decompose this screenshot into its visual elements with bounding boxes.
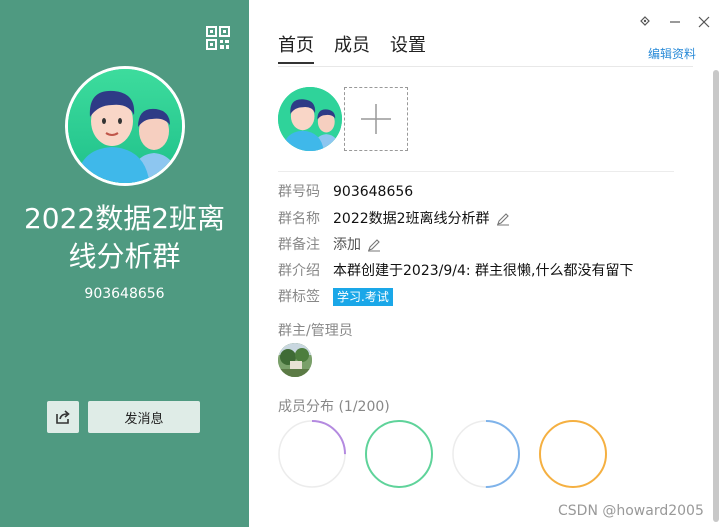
edit-remark-pencil-icon[interactable] [367,238,381,252]
ring-arc [539,420,607,488]
scrollbar-thumb[interactable] [713,70,719,522]
info-row-tag: 群标签 学习.考试 [278,287,393,307]
group-title: 2022数据2班离 线分析群 [10,200,239,276]
tab-divider [278,66,693,67]
share-button[interactable] [47,401,79,433]
group-avatar-large[interactable] [65,66,185,186]
edit-name-pencil-icon[interactable] [496,212,510,226]
left-panel: 2022数据2班离 线分析群 903648656 发消息 [0,0,249,527]
distribution-ring-3[interactable] [451,419,521,489]
tab-bar: 首页 成员 设置 [278,34,446,64]
watermark-text: CSDN @howard2005 [558,503,704,519]
add-remark-link[interactable]: 添加 [333,235,361,255]
admins-section-label: 群主/管理员 [278,323,353,339]
info-label-number: 群号码 [278,184,320,200]
tab-home[interactable]: 首页 [278,34,314,64]
info-row-remark: 群备注 添加 [278,235,381,255]
group-people-icon-small [278,87,342,151]
info-row-name: 群名称 2022数据2班离线分析群 [278,209,510,229]
add-avatar-button[interactable] [344,87,408,151]
group-number-value: 903648656 [333,184,414,200]
group-number-left: 903648656 [84,286,165,302]
info-label-tag: 群标签 [278,289,320,305]
plus-icon [361,104,391,134]
distribution-ring-4[interactable] [538,419,608,489]
group-profile-window: 2022数据2班离 线分析群 903648656 发消息 首页 成员 设置 编辑… [0,0,723,527]
group-avatar-small[interactable] [278,87,342,151]
tab-members[interactable]: 成员 [334,34,370,64]
share-icon [56,410,70,424]
qr-code-icon[interactable] [206,26,230,50]
close-icon[interactable] [696,14,712,30]
section-divider [278,171,674,172]
info-row-intro: 群介绍 本群创建于2023/9/4: 群主很懒,什么都没有留下 [278,261,634,281]
group-title-line1: 2022数据2班离 [23,202,226,235]
distribution-ring-1[interactable] [277,419,347,489]
distribution-ring-2[interactable] [364,419,434,489]
group-tag-badge[interactable]: 学习.考试 [333,288,393,306]
info-row-number: 群号码 903648656 [278,182,413,202]
admin-avatar[interactable] [278,343,312,377]
tab-settings[interactable]: 设置 [390,34,426,64]
distribution-section-label: 成员分布 (1/200) [278,399,390,415]
pin-icon[interactable] [637,14,653,30]
edit-profile-link[interactable]: 编辑资料 [648,45,696,62]
group-name-value: 2022数据2班离线分析群 [333,211,490,227]
group-intro-value: 本群创建于2023/9/4: 群主很懒,什么都没有留下 [333,263,634,279]
group-title-line2: 线分析群 [68,240,181,273]
send-message-button[interactable]: 发消息 [88,401,200,433]
right-panel: 首页 成员 设置 编辑资料 群号码 903648656 群名称 2022数据2班… [249,0,723,527]
minimize-icon[interactable] [667,14,683,30]
admin-photo [278,343,312,377]
ring-arc [365,420,433,488]
info-label-intro: 群介绍 [278,263,320,279]
info-label-remark: 群备注 [278,237,320,253]
info-label-name: 群名称 [278,211,320,227]
group-people-icon [68,69,182,183]
